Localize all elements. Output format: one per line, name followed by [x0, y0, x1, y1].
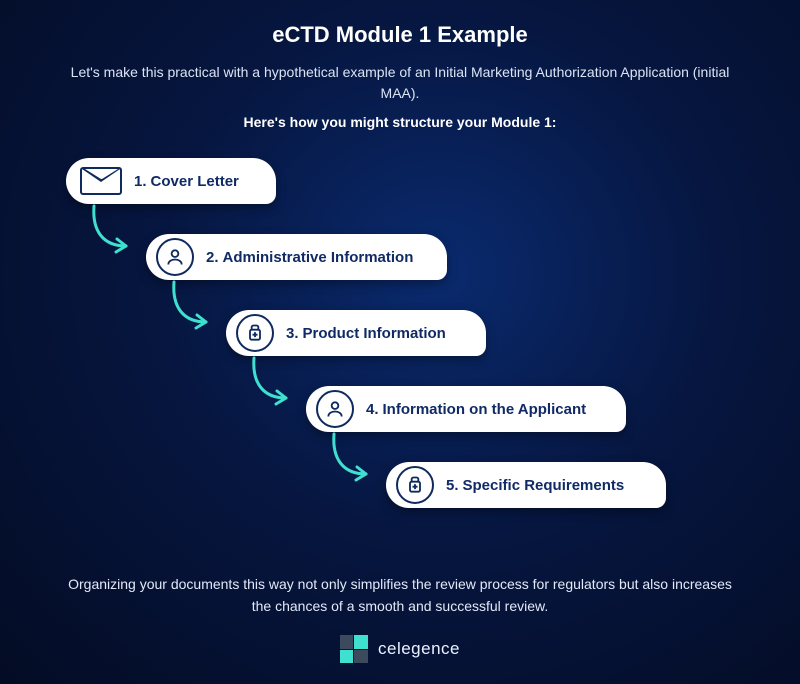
brand-mark-icon [340, 635, 368, 663]
step-label: Information on the Applicant [383, 401, 587, 418]
flow-arrow-icon [166, 280, 216, 334]
flow-arrow-icon [246, 356, 296, 410]
person-icon [316, 390, 354, 428]
step-number: 4. [366, 401, 379, 418]
step-label: Specific Requirements [463, 477, 625, 494]
step-number: 3. [286, 325, 299, 342]
envelope-icon [80, 167, 122, 195]
intro-text: Let's make this practical with a hypothe… [50, 62, 750, 104]
step-label: Product Information [303, 325, 446, 342]
steps-diagram: 1. Cover Letter 2. Administrative Inform… [34, 154, 766, 564]
flow-arrow-icon [86, 204, 136, 258]
person-icon [156, 238, 194, 276]
step-label: Administrative Information [223, 249, 414, 266]
step-pill-4: 4. Information on the Applicant [306, 386, 626, 432]
step-number: 5. [446, 477, 459, 494]
step-pill-1: 1. Cover Letter [66, 158, 276, 204]
brand-name: celegence [378, 639, 460, 659]
page-title: eCTD Module 1 Example [34, 22, 766, 48]
subhead-text: Here's how you might structure your Modu… [34, 114, 766, 130]
step-pill-5: 5. Specific Requirements [386, 462, 666, 508]
brand-logo: celegence [34, 635, 766, 663]
step-number: 1. [134, 173, 147, 190]
step-label: Cover Letter [151, 173, 239, 190]
medicine-icon [396, 466, 434, 504]
step-pill-3: 3. Product Information [226, 310, 486, 356]
footer-text: Organizing your documents this way not o… [60, 574, 740, 617]
step-pill-2: 2. Administrative Information [146, 234, 447, 280]
step-number: 2. [206, 249, 219, 266]
flow-arrow-icon [326, 432, 376, 486]
medicine-icon [236, 314, 274, 352]
